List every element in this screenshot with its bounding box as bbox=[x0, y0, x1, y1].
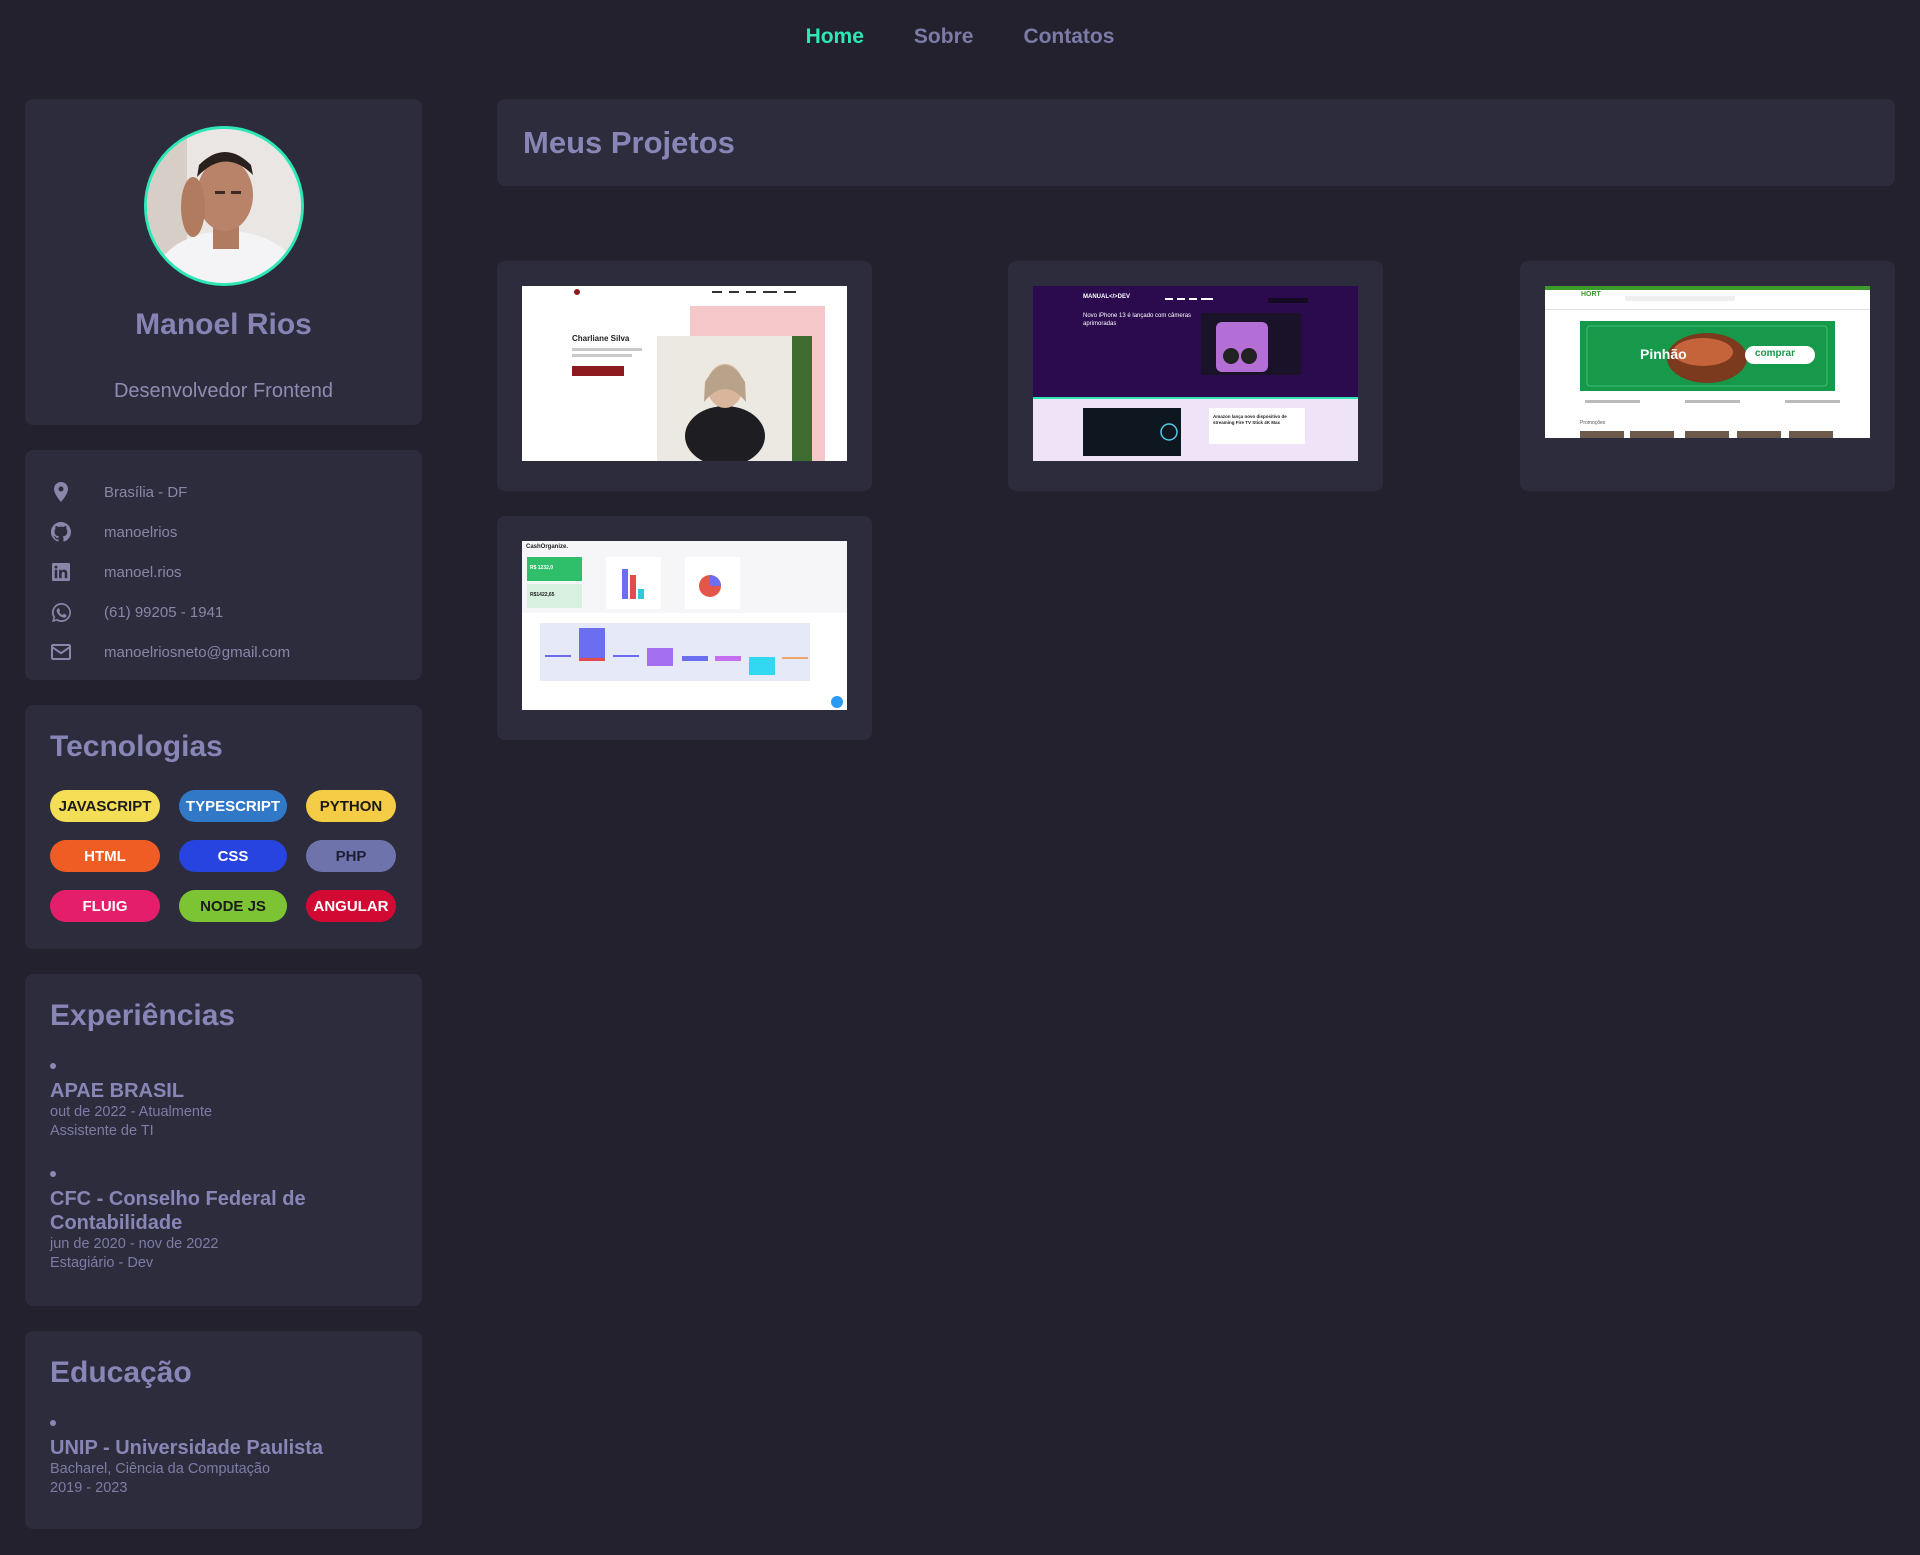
project-thumbnail[interactable]: MANUAL</>DEV Novo iPhone 13 é lançado co… bbox=[1033, 286, 1358, 461]
project-brand: CashOrganize. bbox=[526, 544, 569, 550]
education-card: Educação UNIP - Universidade Paulista Ba… bbox=[25, 1331, 422, 1529]
projects-header: Meus Projetos bbox=[497, 99, 1895, 186]
experience-period: jun de 2020 - nov de 2022 bbox=[50, 1236, 219, 1252]
github-icon bbox=[50, 521, 72, 543]
envelope-icon bbox=[50, 641, 72, 663]
technology-tags: JAVASCRIPT TYPESCRIPT PYTHON HTML CSS PH… bbox=[50, 790, 397, 922]
project-cta: comprar bbox=[1755, 348, 1796, 359]
contact-email[interactable]: manoelriosneto@gmail.com bbox=[50, 632, 397, 672]
top-nav: Home Sobre Contatos bbox=[0, 0, 1920, 74]
contact-linkedin[interactable]: manoel.rios bbox=[50, 552, 397, 592]
contact-github-text[interactable]: manoelrios bbox=[104, 524, 177, 541]
avatar bbox=[143, 126, 304, 286]
profile-role: Desenvolvedor Frontend bbox=[113, 380, 333, 402]
tag-css: CSS bbox=[179, 840, 287, 872]
project-promo: Pinhão bbox=[1640, 346, 1687, 362]
experience-period: out de 2022 - Atualmente bbox=[50, 1104, 213, 1120]
experience-role: Assistente de TI bbox=[50, 1123, 154, 1139]
project-balance-2: R$1422,65 bbox=[530, 592, 555, 598]
experience-role: Estagiário - Dev bbox=[50, 1255, 154, 1271]
contact-phone-text[interactable]: (61) 99205 - 1941 bbox=[104, 604, 223, 621]
whatsapp-icon bbox=[50, 601, 72, 623]
technologies-card: Tecnologias JAVASCRIPT TYPESCRIPT PYTHON… bbox=[25, 705, 422, 949]
experience-item: APAE BRASIL out de 2022 - Atualmente Ass… bbox=[50, 1063, 397, 1141]
project-section: Promoções bbox=[1580, 420, 1606, 426]
contact-location-text: Brasília - DF bbox=[104, 483, 188, 501]
profile-name: Manoel Rios bbox=[135, 308, 312, 341]
project-title: Charliane Silva bbox=[572, 334, 630, 343]
project-thumbnail[interactable]: Charliane Silva bbox=[522, 286, 847, 461]
projects-title: Meus Projetos bbox=[523, 124, 735, 160]
tag-javascript: JAVASCRIPT bbox=[50, 790, 160, 822]
bullet bbox=[50, 1063, 56, 1069]
sidebar: Manoel Rios Desenvolvedor Frontend Brasí… bbox=[25, 99, 422, 1554]
education-school: UNIP - Universidade Paulista bbox=[50, 1437, 324, 1459]
experience-item: CFC - Conselho Federal de Contabilidade … bbox=[50, 1171, 397, 1273]
project-brand: HORT bbox=[1581, 291, 1601, 298]
project-headline: Novo iPhone 13 é lançado com câmeras apr… bbox=[1083, 313, 1192, 327]
education-period: 2019 - 2023 bbox=[50, 1480, 128, 1496]
experience-title: Experiências bbox=[50, 999, 236, 1032]
tag-nodejs: NODE JS bbox=[179, 890, 287, 922]
tag-python: PYTHON bbox=[306, 790, 396, 822]
project-balance-1: R$ 1232,0 bbox=[530, 565, 554, 571]
contact-email-text[interactable]: manoelriosneto@gmail.com bbox=[104, 644, 290, 661]
tag-fluig: FLUIG bbox=[50, 890, 160, 922]
experience-company: CFC - Conselho Federal de Contabilidade bbox=[50, 1188, 306, 1234]
contact-phone[interactable]: (61) 99205 - 1941 bbox=[50, 592, 397, 632]
project-news: Amazon lança novo dispositivo de streami… bbox=[1213, 414, 1287, 425]
technologies-title: Tecnologias bbox=[50, 730, 223, 763]
education-course: Bacharel, Ciência da Computação bbox=[50, 1461, 271, 1477]
tag-angular: ANGULAR bbox=[306, 890, 396, 922]
education-title: Educação bbox=[50, 1356, 192, 1389]
project-card[interactable]: Charliane Silva bbox=[497, 261, 872, 491]
linkedin-icon bbox=[50, 561, 72, 583]
project-card[interactable]: CashOrganize. R$ 1232,0 R$1422,65 bbox=[497, 516, 872, 740]
education-item: UNIP - Universidade Paulista Bacharel, C… bbox=[50, 1420, 397, 1498]
contacts-card: Brasília - DF manoelrios manoel.rios (61… bbox=[25, 450, 422, 680]
project-thumbnail[interactable]: HORT Pinhão comprar Promoções bbox=[1545, 286, 1870, 438]
nav-contacts-link[interactable]: Contatos bbox=[1023, 25, 1114, 49]
contact-linkedin-text[interactable]: manoel.rios bbox=[104, 564, 182, 581]
experience-card: Experiências APAE BRASIL out de 2022 - A… bbox=[25, 974, 422, 1306]
nav-home-link[interactable]: Home bbox=[806, 25, 864, 49]
experience-company: APAE BRASIL bbox=[50, 1080, 185, 1102]
tag-typescript: TYPESCRIPT bbox=[179, 790, 287, 822]
nav-about-link[interactable]: Sobre bbox=[914, 25, 974, 49]
project-brand: MANUAL</>DEV bbox=[1083, 294, 1131, 300]
project-card[interactable]: MANUAL</>DEV Novo iPhone 13 é lançado co… bbox=[1008, 261, 1383, 491]
contact-github[interactable]: manoelrios bbox=[50, 512, 397, 552]
contact-location: Brasília - DF bbox=[50, 472, 397, 512]
map-pin-icon bbox=[50, 481, 72, 503]
project-thumbnail[interactable]: CashOrganize. R$ 1232,0 R$1422,65 bbox=[522, 541, 847, 710]
bullet bbox=[50, 1420, 56, 1426]
bullet bbox=[50, 1171, 56, 1177]
profile-card: Manoel Rios Desenvolvedor Frontend bbox=[25, 99, 422, 425]
tag-php: PHP bbox=[306, 840, 396, 872]
project-card[interactable]: HORT Pinhão comprar Promoções bbox=[1520, 261, 1895, 491]
tag-html: HTML bbox=[50, 840, 160, 872]
